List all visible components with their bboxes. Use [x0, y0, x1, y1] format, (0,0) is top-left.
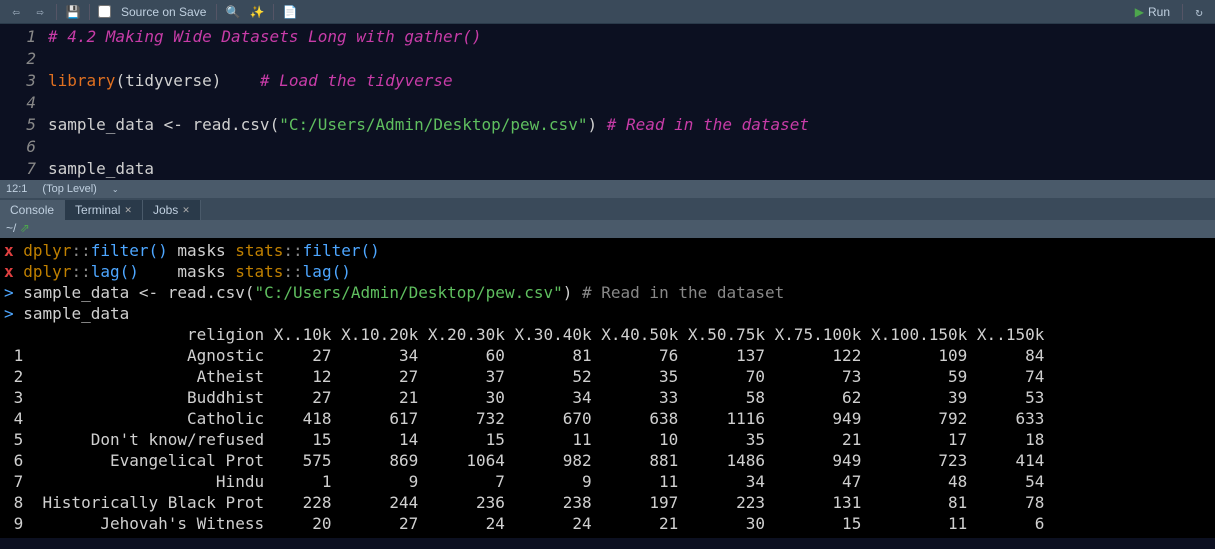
close-icon[interactable]: ✕	[124, 205, 132, 216]
tab-console[interactable]: Console	[0, 200, 65, 220]
source-on-save-label: Source on Save	[117, 5, 210, 19]
wand-icon[interactable]: ✨	[247, 3, 267, 21]
rerun-icon[interactable]: ↻	[1189, 3, 1209, 21]
line-gutter: 1234567	[0, 24, 48, 180]
find-icon[interactable]: 🔍	[223, 3, 243, 21]
code-area[interactable]: # 4.2 Making Wide Datasets Long with gat…	[48, 24, 1215, 180]
editor-toolbar: ⇦ ⇨ 💾 Source on Save 🔍 ✨ 📄 ▶ Run ↻	[0, 0, 1215, 24]
console-working-dir: ~/ ⇗	[0, 220, 1215, 238]
bottom-tabbar: Console Terminal✕ Jobs✕	[0, 198, 1215, 220]
tab-jobs[interactable]: Jobs✕	[143, 200, 201, 220]
source-on-save-checkbox[interactable]	[98, 5, 111, 18]
console-output[interactable]: x dplyr::filter() masks stats::filter() …	[0, 238, 1215, 538]
back-icon[interactable]: ⇦	[6, 3, 26, 21]
close-icon[interactable]: ✕	[182, 205, 190, 216]
save-icon[interactable]: 💾	[63, 3, 83, 21]
forward-icon[interactable]: ⇨	[30, 3, 50, 21]
run-label: Run	[1148, 5, 1170, 19]
code-editor[interactable]: 1234567 # 4.2 Making Wide Datasets Long …	[0, 24, 1215, 180]
tab-terminal[interactable]: Terminal✕	[65, 200, 143, 220]
editor-statusbar: 12:1 (Top Level) ⌄	[0, 180, 1215, 198]
notebook-icon[interactable]: 📄	[280, 3, 300, 21]
run-button[interactable]: ▶ Run	[1129, 5, 1176, 19]
cursor-position: 12:1	[6, 183, 27, 195]
scope-selector[interactable]: (Top Level)	[37, 182, 101, 196]
run-arrow-icon: ▶	[1135, 5, 1144, 19]
